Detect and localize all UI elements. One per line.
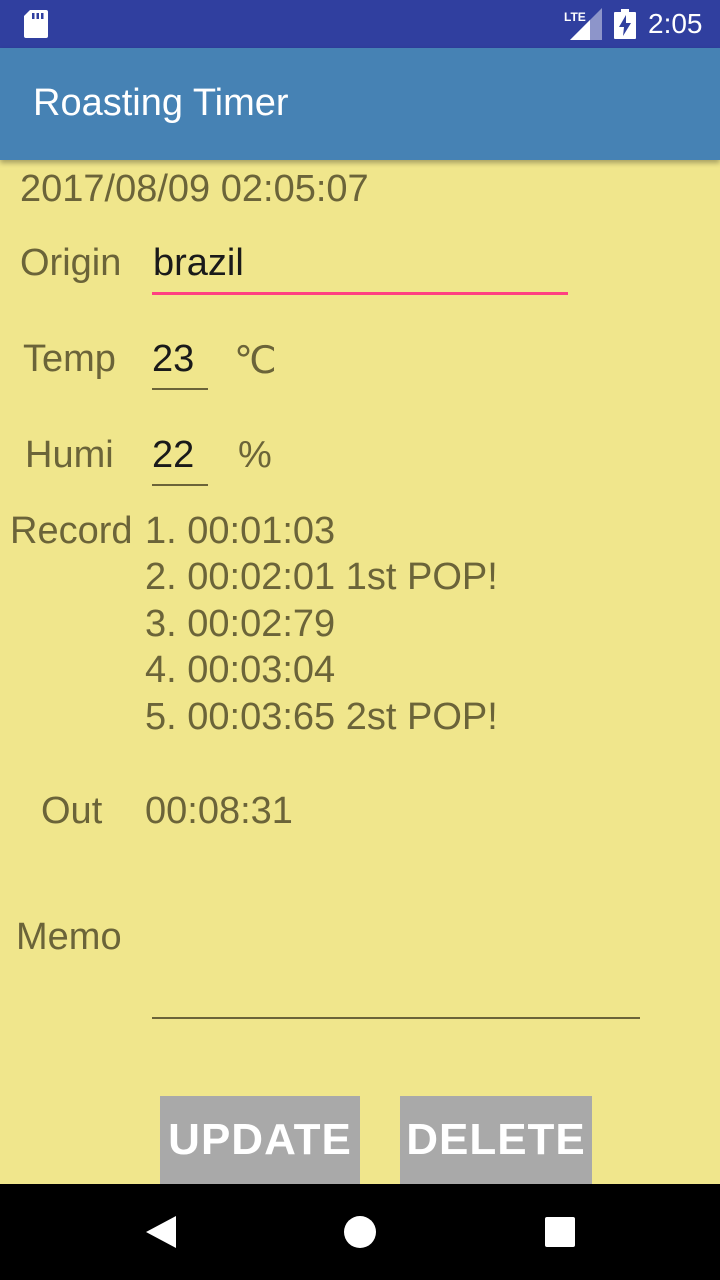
- record-entry: 2. 00:02:01 1st POP!: [145, 556, 498, 598]
- memo-input-underline: [152, 1017, 640, 1019]
- navigation-bar: [0, 1184, 720, 1280]
- temp-label: Temp: [23, 338, 116, 380]
- temp-input[interactable]: 23: [152, 338, 194, 381]
- lte-signal-icon: LTE: [564, 8, 602, 40]
- humi-label: Humi: [25, 434, 114, 476]
- app-title: Roasting Timer: [33, 82, 289, 124]
- roast-timestamp: 2017/08/09 02:05:07: [20, 168, 369, 210]
- back-icon[interactable]: [130, 1202, 190, 1262]
- sd-card-icon: [24, 10, 48, 38]
- recents-icon[interactable]: [530, 1202, 590, 1262]
- status-clock: 2:05: [648, 8, 703, 39]
- battery-charging-icon: [614, 9, 636, 39]
- lte-label: LTE: [564, 10, 586, 24]
- record-label: Record: [10, 510, 133, 552]
- record-entry: 1. 00:01:03: [145, 510, 336, 552]
- home-icon[interactable]: [330, 1202, 390, 1262]
- app-bar: Roasting Timer: [0, 48, 720, 160]
- memo-label: Memo: [16, 916, 122, 958]
- humi-unit: %: [238, 434, 272, 476]
- humi-input[interactable]: 22: [152, 434, 194, 477]
- record-entry: 3. 00:02:79: [145, 603, 336, 645]
- temp-unit: ℃: [234, 340, 277, 382]
- delete-button[interactable]: DELETE: [400, 1096, 592, 1184]
- out-time: 00:08:31: [145, 790, 293, 832]
- status-bar: LTE 2:05: [0, 0, 720, 48]
- origin-input-underline: [152, 292, 568, 295]
- update-button[interactable]: UPDATE: [160, 1096, 360, 1184]
- temp-input-underline: [152, 388, 208, 390]
- origin-label: Origin: [20, 242, 122, 284]
- record-entry: 5. 00:03:65 2st POP!: [145, 696, 498, 738]
- memo-input[interactable]: [152, 960, 640, 1010]
- out-label: Out: [41, 790, 103, 832]
- humi-input-underline: [152, 484, 208, 486]
- origin-input[interactable]: brazil: [153, 242, 244, 285]
- record-entry: 4. 00:03:04: [145, 649, 336, 691]
